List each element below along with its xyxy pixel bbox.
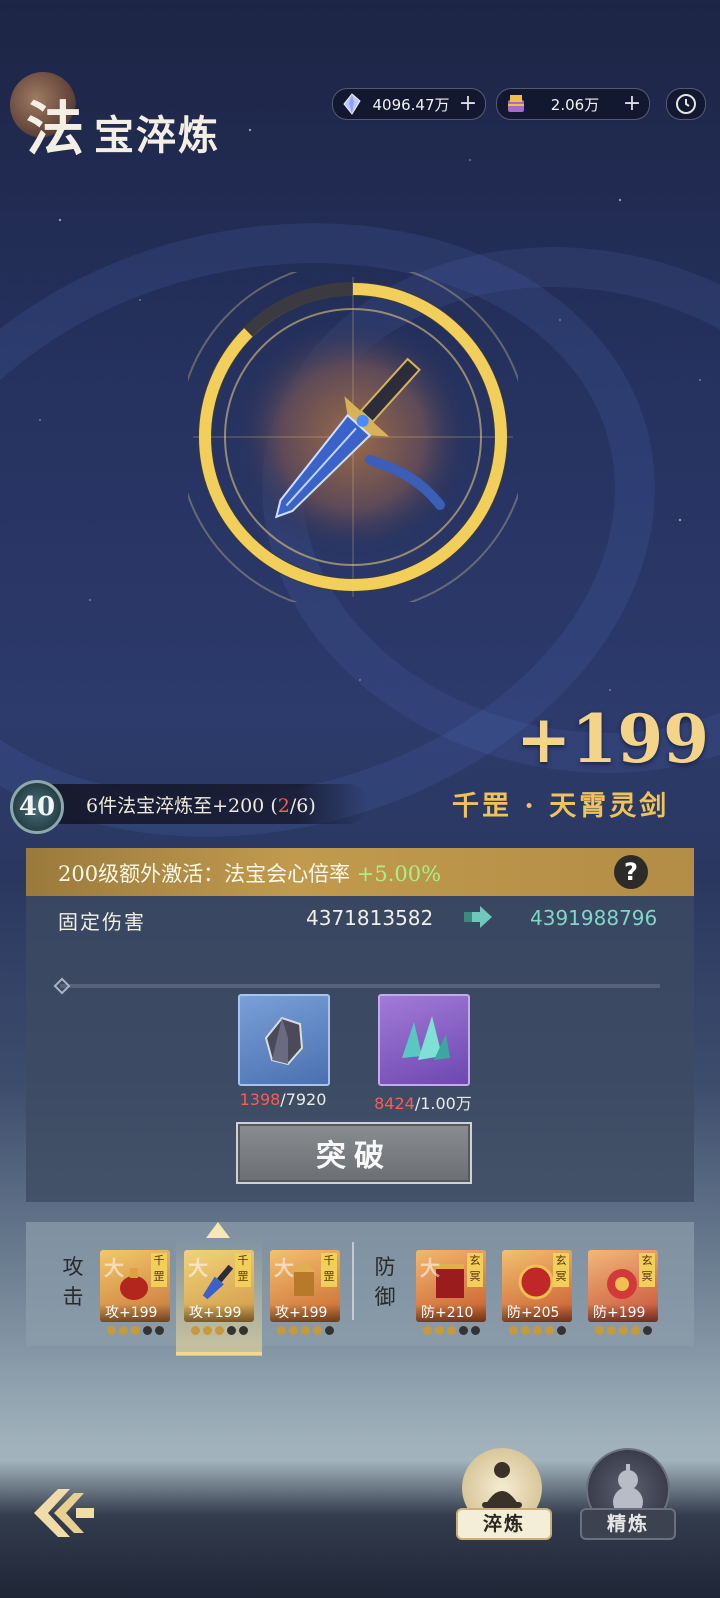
- stat-current-value: 4371813582: [306, 906, 434, 930]
- rating-dot: [202, 1326, 212, 1335]
- tab-temper[interactable]: 淬炼: [456, 1508, 552, 1540]
- scroll-chest-icon: [503, 91, 529, 117]
- rating-dot: [520, 1326, 530, 1335]
- currency-chest[interactable]: 2.06万 +: [496, 88, 650, 120]
- rating-dot: [214, 1326, 224, 1335]
- equipment-card-defense-2[interactable]: 玄冥 防+205: [502, 1250, 572, 1322]
- artifact-level: +199: [516, 700, 710, 778]
- rating-dot: [642, 1326, 652, 1335]
- rating-dot: [422, 1326, 432, 1335]
- rating-dot: [630, 1326, 640, 1335]
- equipment-card-attack-1[interactable]: 大 千罡 攻+199: [100, 1250, 170, 1322]
- material-ore-count: 1398/7920: [239, 1090, 327, 1109]
- breakthrough-button[interactable]: 突破: [236, 1122, 472, 1184]
- stat-next-value: 4391988796: [530, 906, 658, 930]
- rating-dot: [446, 1326, 456, 1335]
- tab-refine[interactable]: 精炼: [580, 1508, 676, 1540]
- material-slot-ore[interactable]: [238, 994, 330, 1086]
- currency-crystal[interactable]: 4096.47万 +: [332, 88, 486, 120]
- back-button[interactable]: [30, 1478, 100, 1548]
- rating-dot: [154, 1326, 164, 1335]
- rating-dots: [502, 1326, 572, 1338]
- rating-dot: [618, 1326, 628, 1335]
- material-crystal-count: 8424/1.00万: [374, 1094, 472, 1113]
- rating-dot: [324, 1326, 334, 1335]
- rating-dot: [470, 1326, 480, 1335]
- rating-dots: [416, 1326, 486, 1338]
- rating-dots: [100, 1326, 170, 1338]
- rating-dot: [458, 1326, 468, 1335]
- rating-dot: [434, 1326, 444, 1335]
- chest-amount: 2.06万: [550, 95, 600, 114]
- material-slot-crystal[interactable]: [378, 994, 470, 1086]
- defense-category-label: 防御: [374, 1255, 396, 1309]
- rating-dot: [288, 1326, 298, 1335]
- selected-indicator: [206, 1222, 230, 1238]
- back-arrow-icon: [34, 1489, 94, 1537]
- rating-dot: [300, 1326, 310, 1335]
- clock-button[interactable]: [666, 88, 706, 120]
- extra-activation-text: 200级额外激活：法宝会心倍率 +5.00%: [58, 862, 442, 886]
- equipment-card-attack-3[interactable]: 大 千罡 攻+199: [270, 1250, 340, 1322]
- gray-ore-icon: [264, 1016, 304, 1066]
- page-title-big: 法: [26, 95, 87, 163]
- teal-crystal-icon: [402, 1016, 450, 1060]
- rating-dot: [544, 1326, 554, 1335]
- rating-dot: [130, 1326, 140, 1335]
- stat-label: 固定伤害: [58, 910, 146, 934]
- rating-dots: [184, 1326, 254, 1338]
- rating-dots: [270, 1326, 340, 1338]
- set-bonus-badge: 40: [10, 780, 64, 834]
- rating-dot: [190, 1326, 200, 1335]
- equipment-card-attack-2[interactable]: 大 千罡 攻+199: [184, 1250, 254, 1322]
- rating-dot: [118, 1326, 128, 1335]
- question-icon: ?: [624, 858, 638, 886]
- arrow-right-icon: [462, 904, 494, 934]
- rating-dot: [508, 1326, 518, 1335]
- rating-dot: [226, 1326, 236, 1335]
- attack-category-label: 攻击: [62, 1255, 84, 1309]
- rating-dot: [594, 1326, 604, 1335]
- extra-activation-value: +5.00%: [356, 862, 442, 886]
- crystal-icon: [339, 91, 365, 117]
- sword-artifact-image: [250, 330, 450, 540]
- rating-dot: [276, 1326, 286, 1335]
- add-crystal-button[interactable]: +: [457, 93, 479, 115]
- category-divider: [352, 1242, 354, 1320]
- equipment-card-defense-3[interactable]: 玄冥 防+199: [588, 1250, 658, 1322]
- rating-dot: [238, 1326, 248, 1335]
- equipment-card-defense-1[interactable]: 大 玄冥 防+210: [416, 1250, 486, 1322]
- rating-dot: [312, 1326, 322, 1335]
- set-bonus-text: 6件法宝淬炼至+200 (2/6): [86, 795, 316, 817]
- page-title-small: 宝淬炼: [94, 112, 220, 159]
- rating-dot: [106, 1326, 116, 1335]
- rating-dot: [556, 1326, 566, 1335]
- crystal-amount: 4096.47万: [372, 95, 450, 114]
- progress-track: [60, 984, 660, 988]
- clock-icon: [676, 94, 696, 114]
- rating-dot: [142, 1326, 152, 1335]
- rating-dot: [606, 1326, 616, 1335]
- rating-dots: [588, 1326, 658, 1338]
- artifact-name: 千罡 · 天霄灵剑: [452, 791, 670, 822]
- add-chest-button[interactable]: +: [621, 93, 643, 115]
- help-button[interactable]: ?: [614, 855, 648, 889]
- rating-dot: [532, 1326, 542, 1335]
- selected-underline: [176, 1352, 262, 1355]
